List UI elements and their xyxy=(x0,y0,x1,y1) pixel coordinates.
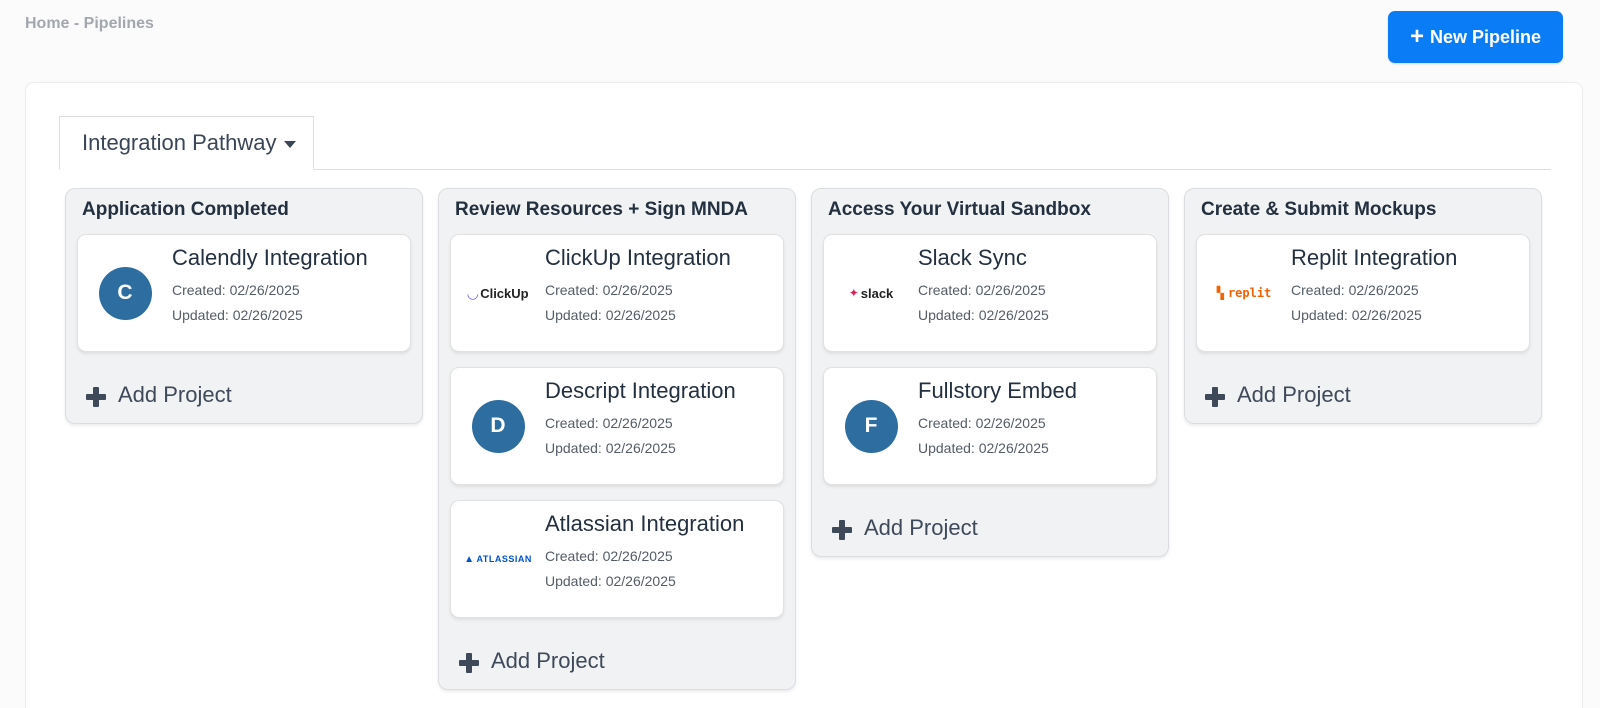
created-date: Created: 02/26/2025 xyxy=(918,415,1046,431)
project-name: Slack Sync xyxy=(918,245,1027,270)
project-card[interactable]: D Descript Integration Created: 02/26/20… xyxy=(450,367,784,485)
avatar: C xyxy=(98,266,152,320)
new-pipeline-button[interactable]: + New Pipeline xyxy=(1388,11,1563,63)
created-date: Created: 02/26/2025 xyxy=(545,415,673,431)
pipeline-panel: Integration Pathway Application Complete… xyxy=(25,82,1583,708)
clickup-logo-icon: ◡ ClickUp xyxy=(467,284,529,301)
plus-icon xyxy=(459,653,479,673)
column-title: Access Your Virtual Sandbox xyxy=(828,199,1091,220)
add-project-label: Add Project xyxy=(491,648,605,673)
plus-icon xyxy=(832,520,852,540)
add-project-button[interactable]: Add Project xyxy=(450,633,784,689)
project-name: Fullstory Embed xyxy=(918,378,1077,403)
project-card[interactable]: ✦ slack Slack Sync Created: 02/26/2025 Up… xyxy=(823,234,1157,352)
new-pipeline-label: New Pipeline xyxy=(1429,26,1542,47)
pipeline-select-tab[interactable]: Integration Pathway xyxy=(59,116,314,170)
pipeline-select-label: Integration Pathway xyxy=(82,130,277,155)
add-project-label: Add Project xyxy=(864,515,978,540)
add-project-label: Add Project xyxy=(1237,382,1351,407)
updated-date: Updated: 02/26/2025 xyxy=(545,307,676,323)
add-project-button[interactable]: Add Project xyxy=(77,367,411,423)
project-card[interactable]: F Fullstory Embed Created: 02/26/2025 Up… xyxy=(823,367,1157,485)
avatar: D xyxy=(471,399,525,453)
project-name: Calendly Integration xyxy=(172,245,368,270)
updated-date: Updated: 02/26/2025 xyxy=(918,307,1049,323)
caret-down-icon xyxy=(284,140,297,148)
updated-date: Updated: 02/26/2025 xyxy=(918,440,1049,456)
avatar: F xyxy=(844,399,898,453)
updated-date: Updated: 02/26/2025 xyxy=(545,573,676,589)
project-card[interactable]: C Calendly Integration Created: 02/26/20… xyxy=(77,234,411,352)
column-title: Review Resources + Sign MNDA xyxy=(455,199,749,220)
add-project-button[interactable]: Add Project xyxy=(823,500,1157,556)
column-create-mockups: Create & Submit Mockups ▚ replit Replit I… xyxy=(1184,188,1542,424)
plus-icon: + xyxy=(1409,23,1424,50)
updated-date: Updated: 02/26/2025 xyxy=(545,440,676,456)
created-date: Created: 02/26/2025 xyxy=(1291,282,1419,298)
project-name: Atlassian Integration xyxy=(545,511,745,536)
created-date: Created: 02/26/2025 xyxy=(172,282,300,298)
project-name: ClickUp Integration xyxy=(545,245,731,270)
project-name: Descript Integration xyxy=(545,378,736,403)
created-date: Created: 02/26/2025 xyxy=(545,282,673,298)
column-title: Application Completed xyxy=(82,199,289,220)
replit-logo-icon: ▚ replit xyxy=(1216,286,1272,300)
column-virtual-sandbox: Access Your Virtual Sandbox ✦ slack Slack… xyxy=(811,188,1169,557)
created-date: Created: 02/26/2025 xyxy=(545,548,673,564)
column-review-resources: Review Resources + Sign MNDA ◡ ClickUp Cl… xyxy=(438,188,796,690)
project-card[interactable]: ▚ replit Replit Integration Created: 02/2… xyxy=(1196,234,1530,352)
atlassian-logo-icon: ▲ ATLASSIAN xyxy=(464,553,532,565)
project-card[interactable]: ◡ ClickUp ClickUp Integration Created: 02… xyxy=(450,234,784,352)
column-title: Create & Submit Mockups xyxy=(1201,199,1437,220)
project-card[interactable]: ▲ ATLASSIAN Atlassian Integration Created… xyxy=(450,500,784,618)
column-application-completed: Application Completed C Calendly Integra… xyxy=(65,188,423,424)
project-name: Replit Integration xyxy=(1291,245,1458,270)
add-project-button[interactable]: Add Project xyxy=(1196,367,1530,423)
plus-icon xyxy=(86,387,106,407)
created-date: Created: 02/26/2025 xyxy=(918,282,1046,298)
slack-logo-icon: ✦ slack xyxy=(848,285,894,301)
breadcrumb[interactable]: Home - Pipelines xyxy=(25,15,154,33)
updated-date: Updated: 02/26/2025 xyxy=(1291,307,1422,323)
plus-icon xyxy=(1205,387,1225,407)
updated-date: Updated: 02/26/2025 xyxy=(172,307,303,323)
add-project-label: Add Project xyxy=(118,382,232,407)
